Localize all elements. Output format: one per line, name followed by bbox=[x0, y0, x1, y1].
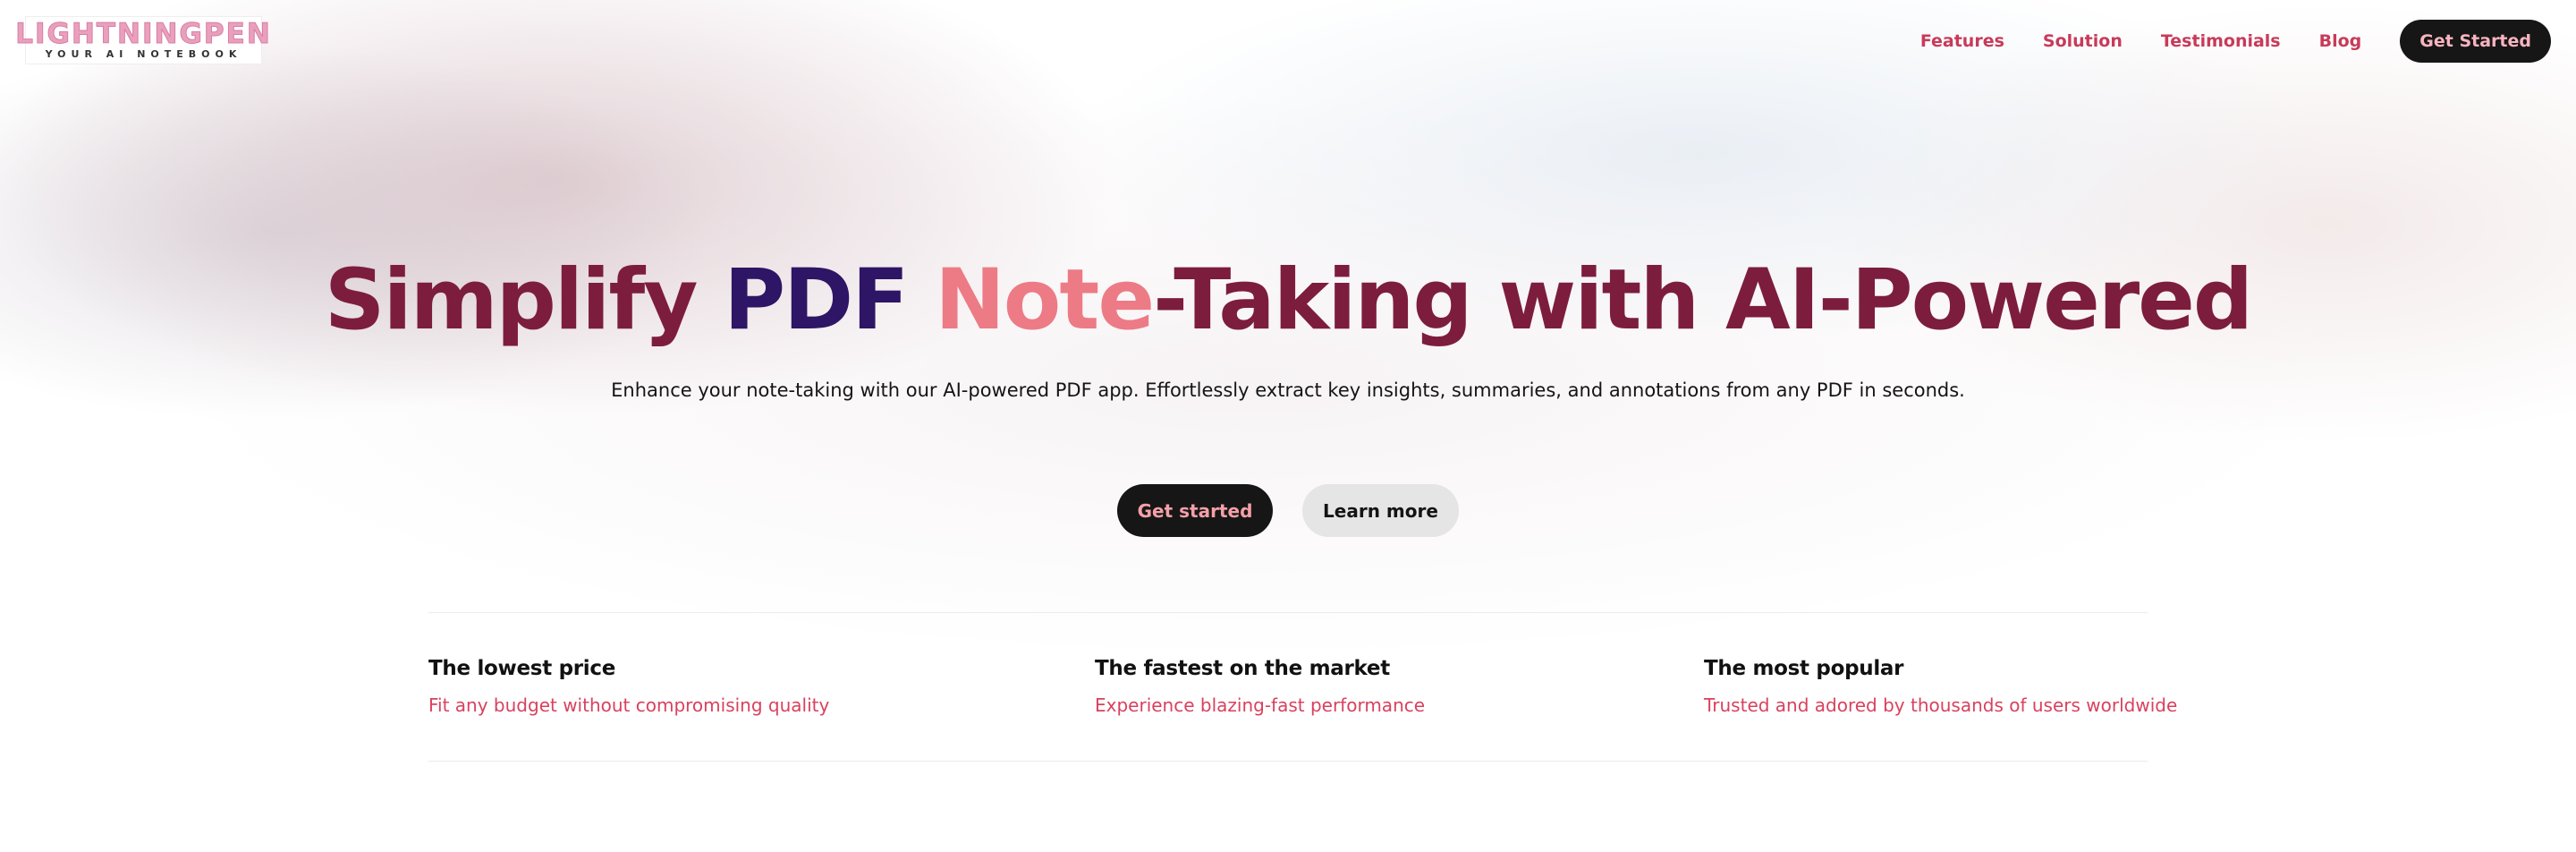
nav-link-testimonials[interactable]: Testimonials bbox=[2161, 31, 2281, 51]
nav-link-features[interactable]: Features bbox=[1920, 31, 2004, 51]
brand-logo[interactable]: LIGHTNINGPEN YOUR AI NOTEBOOK bbox=[15, 16, 270, 64]
feature-description: Fit any budget without compromising qual… bbox=[428, 694, 830, 716]
feature-title: The most popular bbox=[1704, 657, 1904, 680]
hero-subtitle: Enhance your note-taking with our AI-pow… bbox=[611, 379, 1965, 401]
hero-title: Simplify PDF Note-Taking with AI-Powered bbox=[0, 247, 2576, 354]
nav-link-blog[interactable]: Blog bbox=[2319, 31, 2362, 51]
nav-link-solution[interactable]: Solution bbox=[2043, 31, 2123, 51]
hero-title-part-simplify: Simplify bbox=[324, 251, 724, 349]
logo-tagline: YOUR AI NOTEBOOK bbox=[45, 48, 242, 60]
main-nav: Features Solution Testimonials Blog Get … bbox=[1920, 20, 2551, 63]
features-top-divider bbox=[428, 612, 2148, 613]
hero-title-part-rest: -Taking with AI-Powered bbox=[1153, 251, 2253, 349]
get-started-button[interactable]: Get started bbox=[1117, 484, 1273, 537]
feature-description: Experience blazing-fast performance bbox=[1095, 694, 1426, 716]
hero-button-row: Get started Learn more bbox=[1117, 484, 1459, 537]
hero-title-part-note: Note bbox=[935, 251, 1155, 349]
nav-get-started-button[interactable]: Get Started bbox=[2400, 20, 2551, 63]
feature-description: Trusted and adored by thousands of users… bbox=[1704, 694, 2178, 716]
feature-fastest: The fastest on the market Experience bla… bbox=[1095, 653, 1425, 718]
features-row: The lowest price Fit any budget without … bbox=[0, 653, 2576, 725]
learn-more-button[interactable]: Learn more bbox=[1302, 484, 1459, 537]
top-navbar: LIGHTNINGPEN YOUR AI NOTEBOOK Features S… bbox=[0, 0, 2576, 82]
hero-title-part-pdf: PDF bbox=[724, 251, 936, 349]
features-bottom-divider bbox=[428, 761, 2148, 762]
feature-title: The lowest price bbox=[428, 657, 616, 680]
feature-title: The fastest on the market bbox=[1095, 657, 1390, 680]
feature-lowest-price: The lowest price Fit any budget without … bbox=[428, 653, 829, 718]
logo-wordmark: LIGHTNINGPEN bbox=[15, 18, 272, 50]
feature-most-popular: The most popular Trusted and adored by t… bbox=[1704, 653, 2177, 718]
